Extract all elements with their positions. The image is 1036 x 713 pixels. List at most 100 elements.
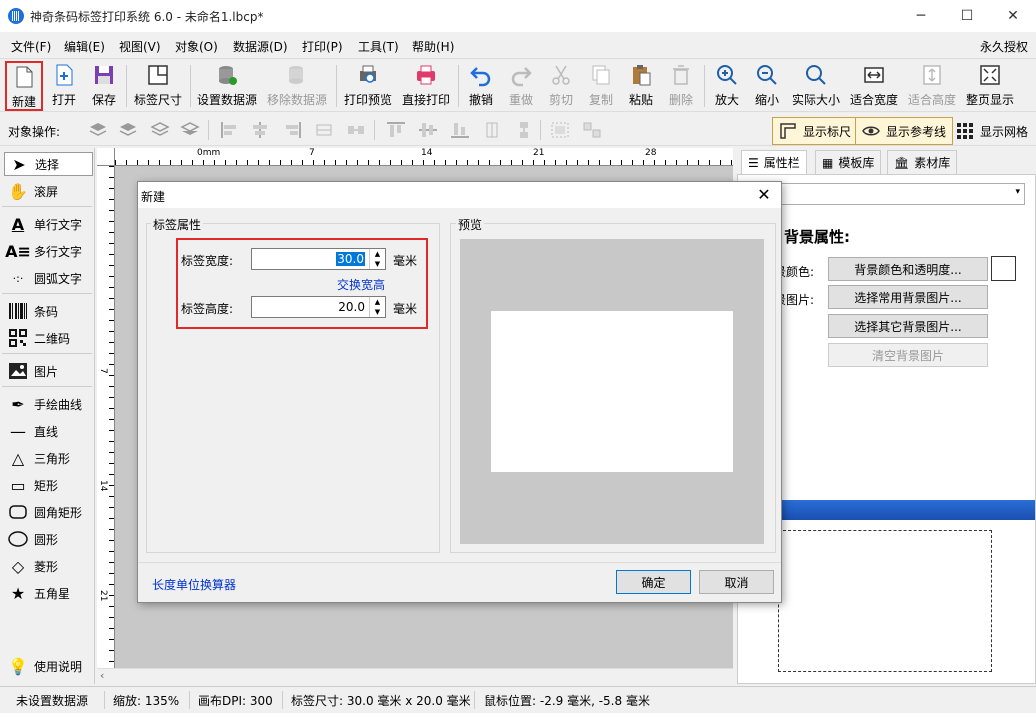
tool-arc-text[interactable]: ·:· 圆弧文字 xyxy=(4,266,93,290)
align-bottom-icon[interactable] xyxy=(450,121,470,139)
layer-bottom-icon[interactable] xyxy=(180,121,200,139)
help-button[interactable]: 💡 使用说明 xyxy=(4,654,93,678)
height-spin-arrows[interactable]: ▲ ▼ xyxy=(369,297,385,317)
menu-edit[interactable]: 编辑(E) xyxy=(64,38,105,55)
zoom-in-button[interactable]: 放大 xyxy=(709,61,745,111)
help-label: 使用说明 xyxy=(34,659,83,674)
database-icon xyxy=(219,66,237,85)
ungroup-icon[interactable] xyxy=(582,121,602,139)
distribute-h-icon[interactable] xyxy=(314,121,334,139)
ruler-mark: 7 xyxy=(98,368,108,374)
menu-datasource[interactable]: 数据源(D) xyxy=(233,38,288,55)
tool-scroll[interactable]: ✋ 滚屏 xyxy=(4,179,93,203)
cut-button[interactable]: 剪切 xyxy=(543,61,579,111)
star-icon: ★ xyxy=(10,583,26,603)
tool-multi-text[interactable]: A≡ 多行文字 xyxy=(4,239,93,263)
object-select-dropdown[interactable]: ▾ xyxy=(740,183,1025,205)
bg-color-swatch[interactable] xyxy=(991,256,1016,281)
show-ruler-toggle[interactable]: 显示标尺 xyxy=(772,117,859,145)
paste-icon xyxy=(633,65,651,86)
print-preview-button[interactable]: 打印预览 xyxy=(341,61,395,111)
paste-button[interactable]: 粘贴 xyxy=(623,61,659,111)
layer-up-icon[interactable] xyxy=(88,121,108,139)
chevron-down-icon: ▾ xyxy=(1015,187,1020,197)
common-bg-button[interactable]: 选择常用背景图片... xyxy=(828,285,988,309)
tab-properties-label: 属性栏 xyxy=(763,156,800,170)
undo-button[interactable]: 撤销 xyxy=(463,61,499,111)
copy-button[interactable]: 复制 xyxy=(583,61,619,111)
tool-ellipse[interactable]: 圆形 xyxy=(4,527,93,551)
redo-button[interactable]: 重做 xyxy=(503,61,539,111)
unit-converter-link[interactable]: 长度单位换算器 xyxy=(152,576,236,593)
direct-print-button[interactable]: 直接打印 xyxy=(400,61,452,111)
remove-datasource-button[interactable]: 移除数据源 xyxy=(264,61,330,111)
full-page-button[interactable]: 整页显示 xyxy=(963,61,1017,111)
show-guides-toggle[interactable]: 显示参考线 xyxy=(855,117,954,145)
set-datasource-button[interactable]: 设置数据源 xyxy=(195,61,259,111)
layer-top-icon[interactable] xyxy=(118,121,138,139)
label-size-button[interactable]: 标签尺寸 xyxy=(131,61,185,111)
dialog-close-icon[interactable]: ✕ xyxy=(753,184,775,206)
tab-properties[interactable]: ☰ 属性栏 xyxy=(741,150,807,174)
zoom-out-button[interactable]: 缩小 xyxy=(749,61,785,111)
show-grid-toggle[interactable]: 显示网格 xyxy=(956,122,1028,140)
align-top-icon[interactable] xyxy=(386,121,406,139)
menu-file[interactable]: 文件(F) xyxy=(11,38,51,55)
space-h-icon[interactable] xyxy=(346,121,366,139)
delete-button[interactable]: 删除 xyxy=(663,61,699,111)
fit-width-button[interactable]: 适合宽度 xyxy=(848,61,900,111)
new-button[interactable]: 新建 xyxy=(5,61,43,111)
width-input[interactable]: 30.0 ▲ ▼ xyxy=(251,248,386,270)
bg-color-button[interactable]: 背景颜色和透明度... xyxy=(828,257,988,281)
zoom-out-icon xyxy=(757,65,777,85)
menu-print[interactable]: 打印(P) xyxy=(302,38,343,55)
align-middle-icon[interactable] xyxy=(418,121,438,139)
tool-line[interactable]: — 直线 xyxy=(4,419,93,443)
minimize-button[interactable]: ─ xyxy=(898,0,944,32)
tool-diamond[interactable]: ◇ 菱形 xyxy=(4,554,93,578)
group-icon[interactable] xyxy=(550,121,570,139)
maximize-button[interactable]: ☐ xyxy=(944,0,990,32)
tool-image[interactable]: 图片 xyxy=(4,359,93,383)
close-button[interactable]: ✕ xyxy=(990,0,1036,32)
preview-area xyxy=(460,239,764,544)
layer-down-icon[interactable] xyxy=(150,121,170,139)
menu-view[interactable]: 视图(V) xyxy=(119,38,161,55)
menu-help[interactable]: 帮助(H) xyxy=(412,38,454,55)
align-right-icon[interactable] xyxy=(282,121,302,139)
menu-tools[interactable]: 工具(T) xyxy=(358,38,399,55)
height-label: 标签高度: xyxy=(181,302,234,316)
distribute-v-icon[interactable] xyxy=(482,121,502,139)
tool-rect[interactable]: ▭ 矩形 xyxy=(4,473,93,497)
tool-qrcode[interactable]: 二维码 xyxy=(4,326,93,350)
width-spin-arrows[interactable]: ▲ ▼ xyxy=(369,249,385,269)
tool-star[interactable]: ★ 五角星 xyxy=(4,581,93,605)
open-button[interactable]: 打开 xyxy=(46,61,82,111)
tool-triangle[interactable]: △ 三角形 xyxy=(4,446,93,470)
space-v-icon[interactable] xyxy=(514,121,534,139)
tool-barcode[interactable]: 条码 xyxy=(4,299,93,323)
tab-templates[interactable]: ▦ 模板库 xyxy=(815,150,882,174)
tool-freehand[interactable]: ✒ 手绘曲线 xyxy=(4,392,93,416)
scroll-left-icon[interactable]: ‹ xyxy=(100,669,104,682)
clear-bg-button[interactable]: 清空背景图片 xyxy=(828,343,988,367)
tool-select[interactable]: ➤ 选择 xyxy=(4,152,93,176)
tool-round-rect[interactable]: 圆角矩形 xyxy=(4,500,93,524)
tool-single-text[interactable]: A 单行文字 xyxy=(4,212,93,236)
horizontal-scrollbar[interactable]: ‹ xyxy=(97,668,733,684)
other-bg-button[interactable]: 选择其它背景图片... xyxy=(828,314,988,338)
ok-button[interactable]: 确定 xyxy=(616,570,691,594)
actual-size-button[interactable]: 实际大小 xyxy=(789,61,843,111)
remove-datasource-label: 移除数据源 xyxy=(266,93,327,107)
menu-object[interactable]: 对象(O) xyxy=(175,38,218,55)
tab-assets[interactable]: 🏛 素材库 xyxy=(887,150,958,174)
fit-height-button[interactable]: 适合高度 xyxy=(905,61,959,111)
open-label: 打开 xyxy=(51,93,76,107)
tool-single-text-label: 单行文字 xyxy=(34,217,83,232)
save-button[interactable]: 保存 xyxy=(86,61,122,111)
height-input[interactable]: 20.0 ▲ ▼ xyxy=(251,296,386,318)
cancel-button[interactable]: 取消 xyxy=(699,570,774,594)
swap-dimensions-link[interactable]: 交换宽高 xyxy=(337,276,385,293)
align-left-icon[interactable] xyxy=(220,121,240,139)
align-center-icon[interactable] xyxy=(250,121,270,139)
